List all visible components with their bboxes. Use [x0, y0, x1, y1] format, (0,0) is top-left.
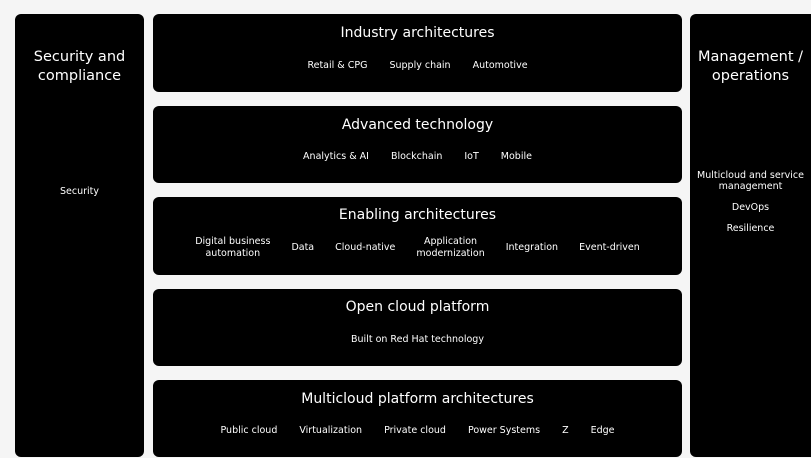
power-systems-item: Power Systems: [467, 425, 541, 436]
application-modernization-line2: modernization: [416, 248, 485, 259]
security-compliance-title-line1: Security and: [33, 49, 126, 65]
security-compliance-title: Security and compliance: [15, 48, 144, 86]
multicloud-service-management-item: Multicloud and service management: [690, 170, 811, 192]
automotive-item: Automotive: [472, 60, 528, 71]
application-modernization-item: Application modernization: [416, 236, 484, 260]
enabling-architectures-layer: Enabling architectures Digital business …: [153, 197, 682, 275]
data-item: Data: [291, 242, 315, 253]
digital-business-automation-item: Digital business automation: [195, 236, 270, 260]
digital-business-automation-line1: Digital business: [195, 236, 271, 247]
supply-chain-item: Supply chain: [389, 60, 451, 71]
multicloud-platform-title: Multicloud platform architectures: [301, 391, 534, 407]
open-cloud-platform-title: Open cloud platform: [345, 299, 490, 315]
industry-architectures-layer: Industry architectures Retail & CPG Supp…: [153, 14, 682, 92]
industry-architectures-title: Industry architectures: [340, 25, 495, 41]
red-hat-technology-item: Built on Red Hat technology: [351, 334, 484, 345]
retail-cpg-item: Retail & CPG: [307, 60, 368, 71]
enabling-architectures-title: Enabling architectures: [338, 207, 497, 223]
cloud-native-item: Cloud-native: [335, 242, 396, 253]
multicloud-platform-layer: Multicloud platform architectures Public…: [153, 380, 682, 457]
analytics-ai-item: Analytics & AI: [303, 151, 369, 162]
edge-item: Edge: [590, 425, 615, 436]
multicloud-service-management-line2: management: [718, 181, 783, 192]
mobile-item: Mobile: [500, 151, 532, 162]
management-operations-title-line1: Management /: [697, 49, 803, 65]
security-compliance-panel: Security and compliance Security: [15, 14, 144, 457]
private-cloud-item: Private cloud: [384, 425, 446, 436]
advanced-technology-title: Advanced technology: [341, 117, 494, 133]
open-cloud-platform-layer: Open cloud platform Built on Red Hat tec…: [153, 289, 682, 366]
resilience-item: Resilience: [726, 223, 775, 234]
z-item: Z: [562, 425, 569, 436]
management-operations-title-line2: operations: [711, 68, 790, 84]
multicloud-service-management-line1: Multicloud and service: [697, 170, 804, 181]
blockchain-item: Blockchain: [390, 151, 443, 162]
virtualization-item: Virtualization: [299, 425, 363, 436]
integration-item: Integration: [505, 242, 559, 253]
security-compliance-title-line2: compliance: [37, 68, 122, 84]
advanced-technology-layer: Advanced technology Analytics & AI Block…: [153, 106, 682, 183]
digital-business-automation-line2: automation: [205, 248, 261, 259]
devops-item: DevOps: [731, 202, 770, 213]
iot-item: IoT: [464, 151, 479, 162]
management-operations-panel: Management / operations Multicloud and s…: [690, 14, 811, 457]
security-item: Security: [59, 186, 99, 197]
public-cloud-item: Public cloud: [220, 425, 278, 436]
management-operations-title: Management / operations: [690, 48, 811, 86]
application-modernization-line1: Application: [424, 236, 478, 247]
event-driven-item: Event-driven: [579, 242, 640, 253]
